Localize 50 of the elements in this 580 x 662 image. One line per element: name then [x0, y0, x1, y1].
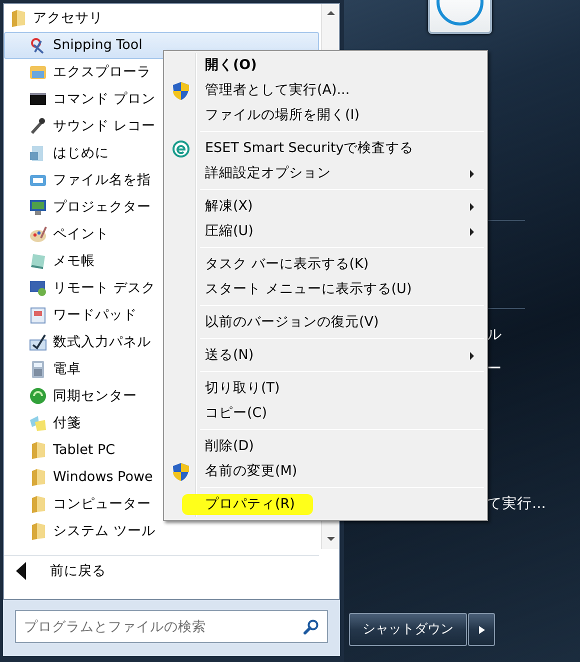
- menu-item[interactable]: タスク バーに表示する(K): [166, 252, 484, 277]
- folder-icon: [29, 441, 47, 460]
- menu-item[interactable]: 以前のバージョンの復元(V): [166, 310, 484, 335]
- submenu-arrow-icon: [470, 203, 474, 211]
- menu-item[interactable]: プロパティ(R): [166, 492, 484, 517]
- folder-icon: [29, 495, 47, 514]
- app-icon: [29, 414, 47, 433]
- app-icon: [29, 387, 47, 406]
- shutdown-button[interactable]: シャットダウン: [349, 613, 467, 646]
- arrow-icon: [478, 624, 486, 634]
- back-arrow-icon[interactable]: [16, 562, 26, 580]
- eset-icon: [172, 140, 190, 158]
- search-field[interactable]: プログラムとファイルの検索: [15, 610, 328, 643]
- menu-item[interactable]: 削除(D): [166, 434, 484, 459]
- folder-icon: [9, 9, 27, 28]
- menu-item[interactable]: コピー(C): [166, 401, 484, 426]
- shield-icon: [172, 462, 190, 482]
- menu-item[interactable]: て実行...: [487, 494, 580, 516]
- submenu-arrow-icon: [470, 228, 474, 236]
- folder-icon: [29, 522, 47, 541]
- folder-icon: [29, 468, 47, 487]
- menu-item[interactable]: ESET Smart Securityで検査する: [166, 136, 484, 161]
- search-icon[interactable]: [303, 619, 319, 635]
- app-icon: [29, 306, 47, 325]
- menu-item[interactable]: ー: [487, 358, 580, 380]
- app-icon: [29, 333, 47, 352]
- menu-item[interactable]: ル: [487, 325, 580, 347]
- program-item[interactable]: アクセサリ: [4, 5, 319, 32]
- back-link[interactable]: 前に戻る: [50, 561, 106, 582]
- shutdown-options-button[interactable]: [468, 613, 495, 646]
- app-icon: [29, 252, 47, 271]
- submenu-arrow-icon: [470, 352, 474, 360]
- menu-item[interactable]: スタート メニューに表示する(U): [166, 277, 484, 302]
- menu-item[interactable]: 圧縮(U): [166, 219, 484, 244]
- menu-item[interactable]: 送る(N): [166, 343, 484, 368]
- app-icon: [29, 225, 47, 244]
- menu-item[interactable]: ファイルの場所を開く(I): [166, 103, 484, 128]
- menu-item[interactable]: 管理者として実行(A)...: [166, 78, 484, 103]
- menu-item[interactable]: 名前の変更(M): [166, 459, 484, 484]
- app-icon: [29, 198, 47, 217]
- shield-icon: [172, 80, 190, 100]
- menu-item[interactable]: 切り取り(T): [166, 376, 484, 401]
- app-icon: [29, 279, 47, 298]
- app-icon: [29, 63, 47, 82]
- app-icon: [29, 360, 47, 379]
- app-icon: [29, 117, 47, 136]
- program-item[interactable]: システム ツール: [4, 518, 319, 545]
- menu-item[interactable]: 詳細設定オプション: [166, 161, 484, 186]
- submenu-arrow-icon: [470, 170, 474, 178]
- menu-item[interactable]: 解凍(X): [166, 194, 484, 219]
